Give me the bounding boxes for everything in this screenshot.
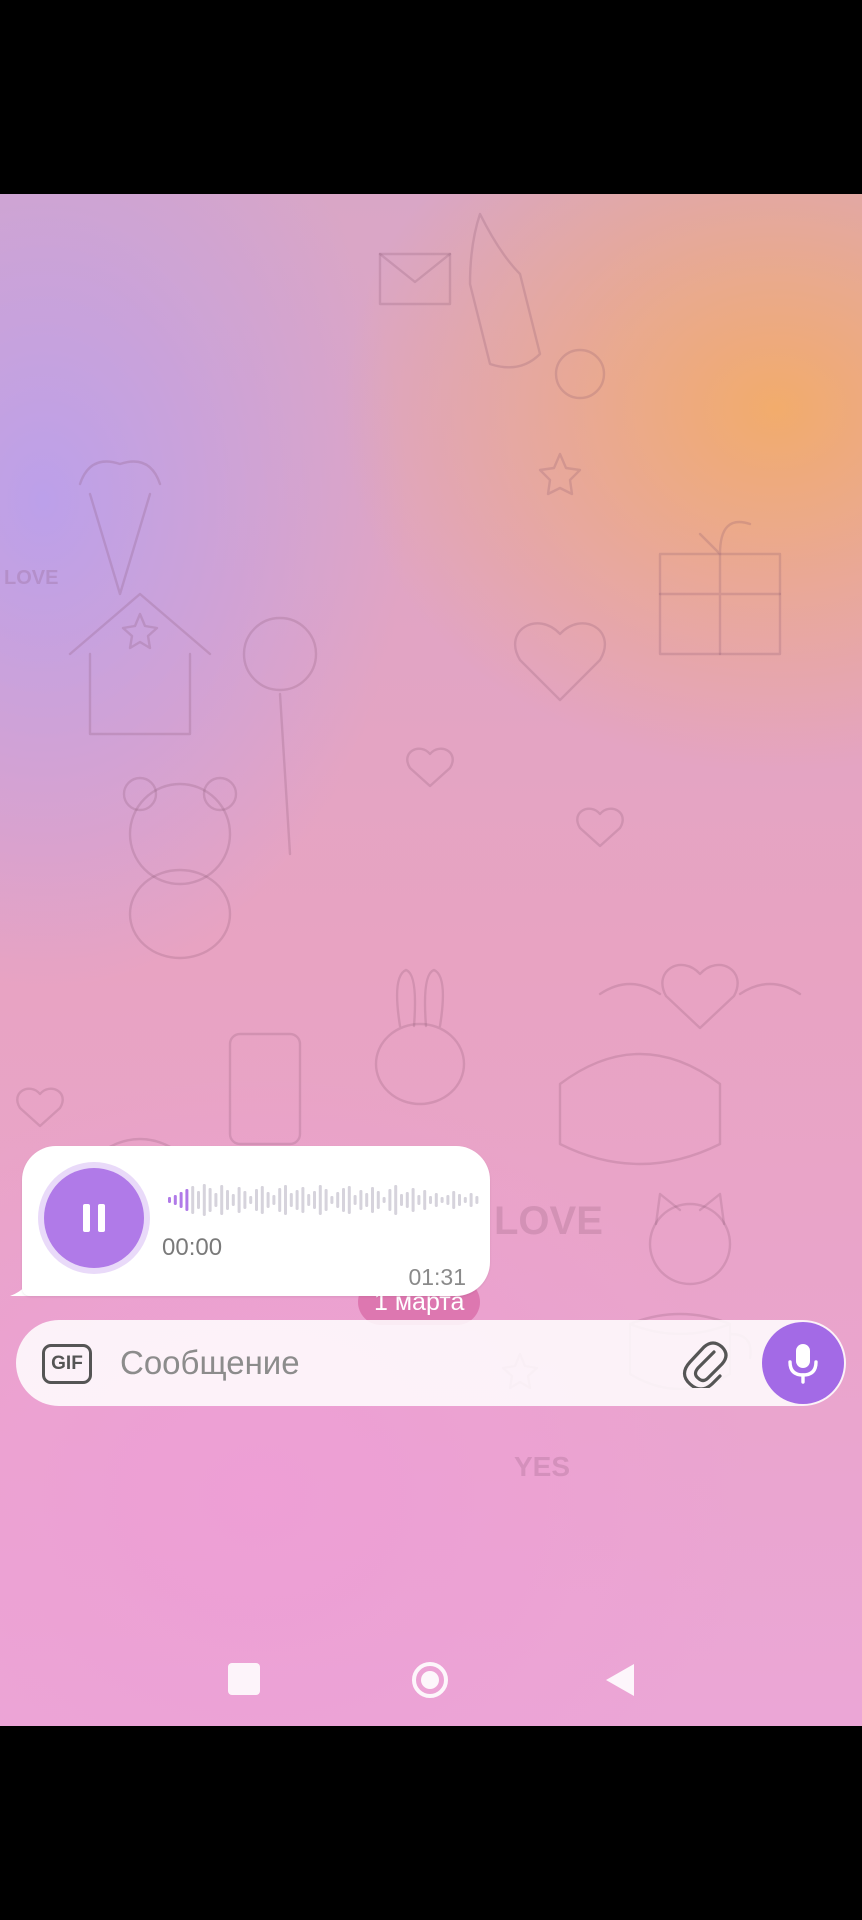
paperclip-icon[interactable]: [680, 1338, 730, 1388]
waveform-bar: [168, 1197, 171, 1203]
voice-waveform[interactable]: [168, 1180, 486, 1220]
voice-elapsed-time: 00:00: [162, 1234, 223, 1261]
waveform-bar: [220, 1185, 224, 1215]
voice-duration: 01:31: [408, 1264, 466, 1290]
waveform-bar: [260, 1186, 264, 1214]
waveform-bar: [185, 1189, 189, 1211]
waveform-bar: [214, 1193, 218, 1207]
waveform-bar: [376, 1191, 380, 1209]
waveform-bar: [400, 1194, 403, 1206]
triangle-back-icon[interactable]: [602, 1660, 638, 1700]
waveform-bar: [394, 1185, 398, 1215]
doodle-love-text: LOVE: [4, 567, 58, 589]
waveform-bar: [237, 1187, 241, 1213]
gif-button[interactable]: GIF: [42, 1344, 92, 1384]
waveform-bar: [284, 1185, 287, 1215]
waveform-bar: [318, 1185, 322, 1215]
phone-screen: LOVE LOVE YES 1 марта 00:00 01:31 GIF: [0, 0, 862, 1920]
waveform-bar: [446, 1195, 450, 1205]
message-input[interactable]: [120, 1320, 680, 1406]
pause-icon: [83, 1204, 105, 1232]
waveform-bar: [452, 1191, 456, 1209]
waveform-bar: [191, 1186, 195, 1214]
waveform-bar: [330, 1196, 334, 1204]
microphone-button[interactable]: [762, 1322, 844, 1404]
top-letterbox: [0, 0, 862, 194]
waveform-bar: [289, 1193, 293, 1207]
waveform-bar: [429, 1196, 432, 1204]
waveform-bar: [208, 1188, 212, 1212]
system-nav-bar: [0, 1634, 862, 1726]
waveform-bar: [353, 1195, 357, 1205]
waveform-bar: [371, 1187, 374, 1213]
chat-area[interactable]: LOVE LOVE YES 1 марта: [0, 194, 862, 1726]
waveform-bar: [458, 1194, 461, 1206]
voice-message-bubble[interactable]: 00:00 01:31: [22, 1146, 490, 1296]
waveform-bar: [243, 1191, 247, 1209]
waveform-bar: [417, 1195, 421, 1205]
microphone-icon: [788, 1344, 818, 1384]
waveform-bar: [347, 1186, 351, 1214]
circle-icon[interactable]: [410, 1660, 450, 1700]
waveform-bar: [255, 1189, 258, 1211]
waveform-bar: [469, 1193, 473, 1207]
waveform-bar: [272, 1195, 276, 1205]
doodle-yes-text: YES: [514, 1451, 570, 1482]
doodle-love-large-text: LOVE: [494, 1199, 603, 1243]
waveform-bar: [313, 1191, 316, 1209]
waveform-bar: [307, 1194, 311, 1206]
doodle-wallpaper: LOVE LOVE YES: [4, 212, 802, 1482]
waveform-bar: [423, 1190, 427, 1210]
waveform-bar: [359, 1190, 363, 1210]
waveform-bar: [249, 1196, 253, 1204]
waveform-bar: [405, 1192, 409, 1208]
waveform-bar: [278, 1188, 282, 1212]
waveform-bar: [342, 1188, 345, 1212]
waveform-bar: [365, 1193, 369, 1207]
waveform-bar: [197, 1191, 200, 1209]
voice-pause-button[interactable]: [44, 1168, 144, 1268]
square-icon[interactable]: [228, 1663, 260, 1695]
bottom-letterbox: [0, 1726, 862, 1920]
waveform-bar: [382, 1197, 386, 1203]
waveform-bar: [411, 1188, 415, 1212]
waveform-bar: [295, 1190, 299, 1210]
message-composer: GIF: [16, 1320, 846, 1406]
waveform-bar: [231, 1194, 235, 1206]
waveform-bar: [434, 1193, 438, 1207]
waveform-bar: [440, 1197, 444, 1203]
waveform-bar: [266, 1192, 270, 1208]
waveform-bar: [179, 1192, 183, 1208]
waveform-bar: [324, 1189, 328, 1211]
waveform-bar: [388, 1189, 392, 1211]
waveform-bar: [202, 1184, 206, 1216]
waveform-bar: [301, 1187, 305, 1213]
waveform-bar: [173, 1195, 177, 1205]
waveform-bar: [336, 1192, 340, 1208]
waveform-bar: [463, 1197, 467, 1203]
waveform-bar: [475, 1196, 479, 1204]
waveform-bar: [226, 1190, 229, 1210]
